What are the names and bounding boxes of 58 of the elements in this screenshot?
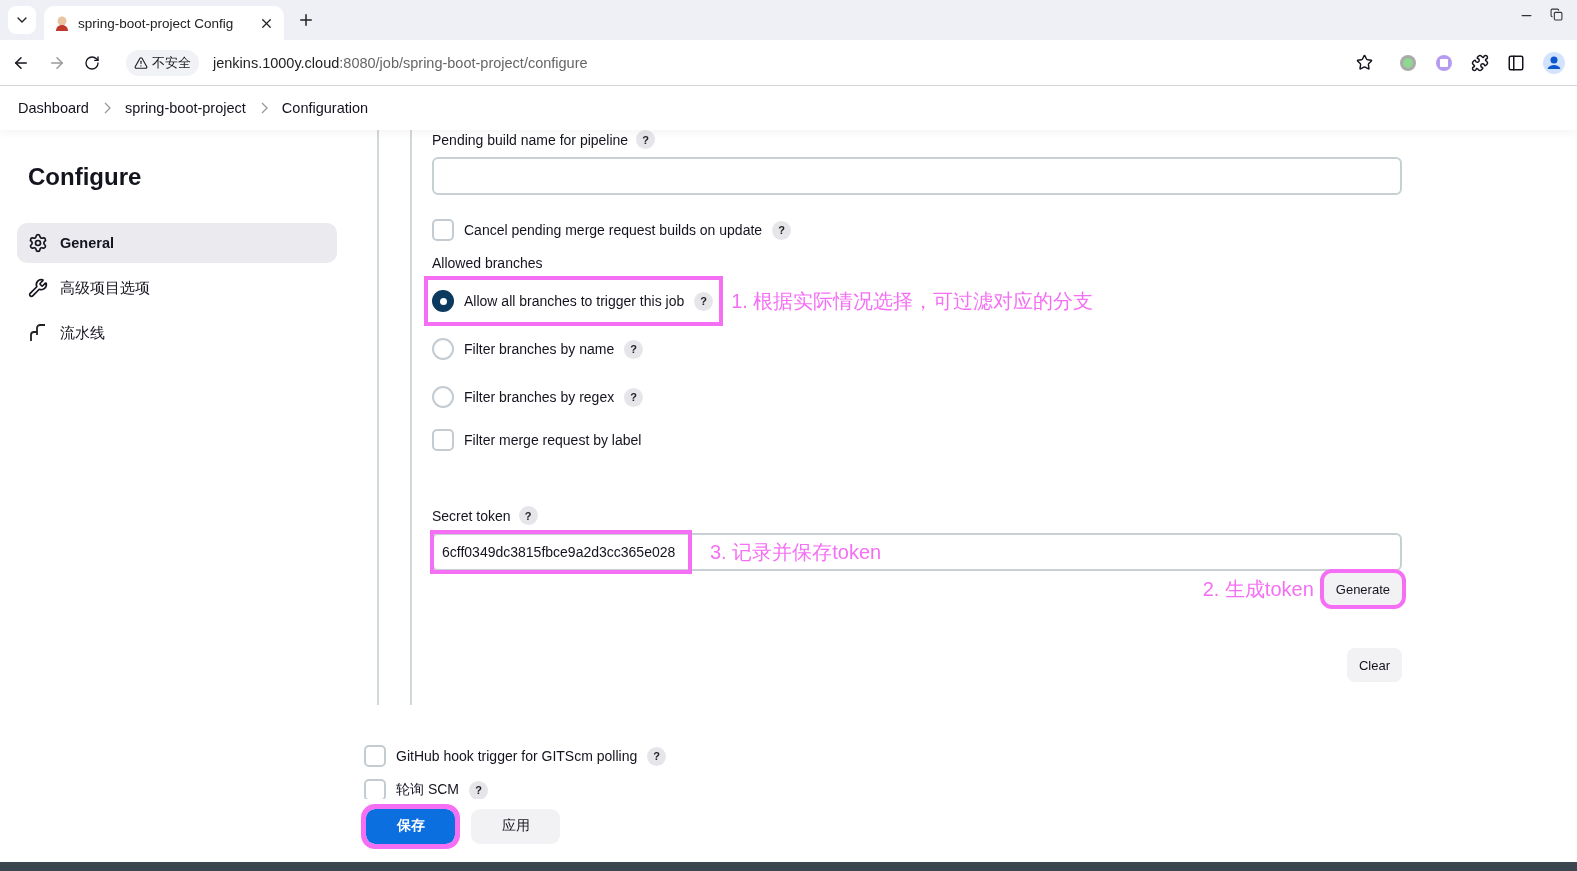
sidebar-item[interactable]: 流水线 xyxy=(17,313,337,353)
breadcrumb-link[interactable]: spring-boot-project xyxy=(124,100,246,116)
radio-button[interactable] xyxy=(432,386,454,408)
sidebar-item[interactable]: General xyxy=(17,223,337,263)
checkbox-label: Cancel pending merge request builds on update xyxy=(464,222,763,238)
option-label: Filter branches by regex xyxy=(464,389,615,405)
radio-button[interactable] xyxy=(432,290,454,312)
help-icon[interactable]: ? xyxy=(694,291,714,311)
annotation-text: 2. 生成token xyxy=(1202,576,1314,602)
plus-icon xyxy=(297,11,315,29)
checkbox[interactable] xyxy=(432,219,454,241)
token-field[interactable]: 6cff0349dc3815fbce9a2d3cc365e028 3. 记录并保存token xyxy=(432,533,1402,571)
breadcrumb-link[interactable]: Configuration xyxy=(281,100,369,116)
bookmark-star-icon[interactable] xyxy=(1356,54,1373,71)
security-label: 不安全 xyxy=(152,53,191,72)
annotation-text: 3. 记录并保存token xyxy=(710,539,882,565)
help-icon[interactable]: ? xyxy=(647,746,667,766)
option-label: Allow all branches to trigger this job xyxy=(464,293,685,309)
side-panel-icon[interactable] xyxy=(1507,53,1525,72)
checkbox-label: 轮询 SCM xyxy=(396,781,459,799)
help-icon[interactable]: ? xyxy=(518,506,538,525)
reload-icon[interactable] xyxy=(84,54,100,71)
gear-icon xyxy=(28,233,48,253)
annotation-text: 1. 根据实际情况选择，可过滤对应的分支 xyxy=(731,288,1094,314)
chevron-icon xyxy=(102,102,111,114)
checkbox[interactable] xyxy=(364,745,386,767)
help-icon[interactable]: ? xyxy=(772,220,792,240)
tab-list-button[interactable] xyxy=(8,6,36,34)
radio-button[interactable] xyxy=(432,338,454,360)
checkbox[interactable] xyxy=(364,779,386,801)
browser-tab[interactable]: spring-boot-project Config xyxy=(44,6,284,40)
clear-button[interactable]: Clear xyxy=(1346,648,1402,682)
url-text: jenkins.1000y.cloud:8080/job/spring-boot-project/configure xyxy=(213,54,589,71)
sidebar-item[interactable]: 高级项目选项 xyxy=(17,268,337,308)
warning-icon xyxy=(134,55,148,70)
help-icon[interactable]: ? xyxy=(636,130,656,149)
option-label: Filter merge request by label xyxy=(464,432,642,448)
pipeline-icon xyxy=(28,323,48,343)
checkbox[interactable] xyxy=(432,429,454,451)
avatar-icon xyxy=(54,15,70,31)
extensions-icon[interactable] xyxy=(1471,53,1489,72)
field-label: Pending build name for pipeline xyxy=(432,131,629,148)
section-label: Allowed branches xyxy=(432,255,543,271)
page-title: Configure xyxy=(28,163,143,191)
checkbox-label: GitHub hook trigger for GITScm polling xyxy=(396,748,638,764)
restore-icon[interactable] xyxy=(1550,8,1563,21)
field-label: Secret token xyxy=(432,507,511,524)
option-label: Filter branches by name xyxy=(464,341,615,357)
profile-icon[interactable] xyxy=(1543,51,1565,74)
build-name-field[interactable] xyxy=(432,157,1402,195)
apply-button[interactable]: 应用 xyxy=(471,808,560,844)
help-icon[interactable]: ? xyxy=(624,339,644,359)
help-icon[interactable]: ? xyxy=(469,780,488,800)
token-input[interactable]: 6cff0349dc3815fbce9a2d3cc365e028 xyxy=(430,534,692,570)
breadcrumb-link[interactable]: Dashboard xyxy=(18,100,89,116)
help-icon[interactable]: ? xyxy=(624,387,644,407)
chevron-icon xyxy=(259,102,268,114)
wrench-icon xyxy=(28,278,48,298)
